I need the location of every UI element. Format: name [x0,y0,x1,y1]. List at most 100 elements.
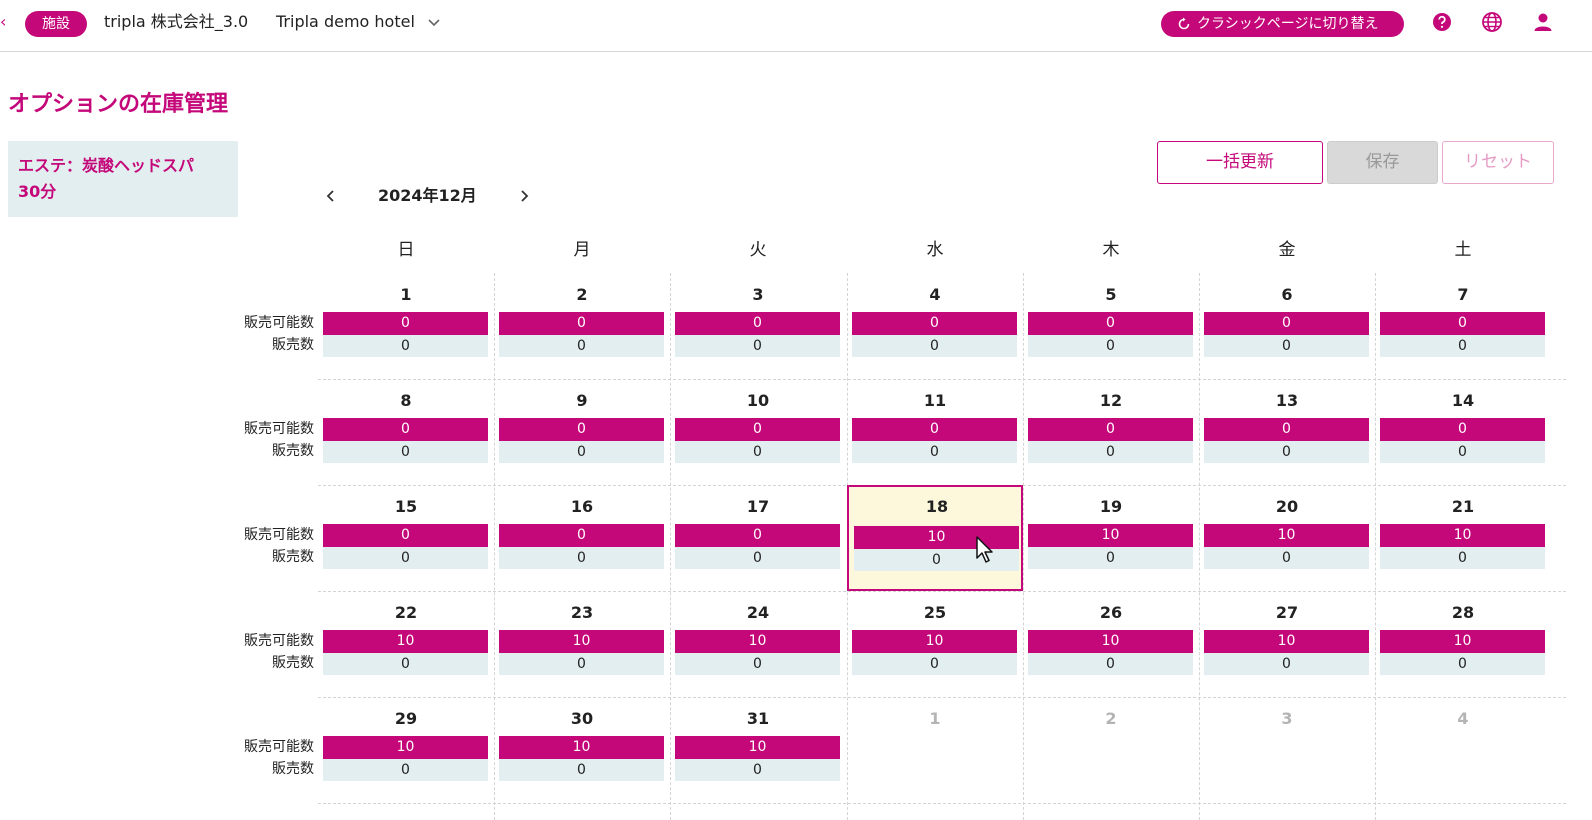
calendar-day-cell[interactable]: 2 00 [494,273,670,379]
available-count-input[interactable]: 0 [323,524,488,547]
available-count-input[interactable]: 0 [323,312,488,335]
calendar-day-cell[interactable]: 19 10 0 [1023,485,1199,591]
available-count-input[interactable]: 0 [675,418,840,441]
available-count-input[interactable]: 10 [675,630,840,653]
available-count-input[interactable]: 0 [1204,312,1369,335]
help-icon[interactable] [1431,11,1453,33]
calendar-day-cell[interactable]: 6 00 [1199,273,1375,379]
back-chevron-icon[interactable]: ‹ [0,12,6,31]
sold-count-value: 0 [852,335,1017,357]
sold-count-value: 0 [1380,441,1545,463]
sold-count-value: 0 [323,335,488,357]
save-button[interactable]: 保存 [1327,141,1438,184]
day-number: 25 [923,603,947,622]
bulk-update-button[interactable]: 一括更新 [1157,141,1323,184]
option-name-line2: 30分 [18,182,57,201]
available-count-label: 販売可能数 [244,315,314,331]
calendar-day-cell[interactable]: 3 00 [670,273,846,379]
available-count-input[interactable]: 10 [1380,524,1545,547]
calendar-day-cell[interactable]: 29 10 0 [318,697,494,803]
switch-classic-page-button[interactable]: クラシックページに切り替え [1161,11,1404,37]
available-count-input[interactable]: 10 [323,630,488,653]
sold-count-label: 販売数 [272,655,314,671]
day-number: 20 [1275,497,1299,516]
available-count-input[interactable]: 10 [852,630,1017,653]
available-count-input[interactable]: 0 [1204,418,1369,441]
calendar-day-cell[interactable]: 7 00 [1375,273,1551,379]
day-number: 15 [394,497,418,516]
available-count-input[interactable]: 0 [499,312,664,335]
available-count-input[interactable]: 0 [1028,418,1193,441]
calendar-day-cell[interactable]: 4 00 [847,273,1023,379]
sold-count-value: 0 [675,759,840,781]
globe-icon[interactable] [1481,11,1503,33]
calendar-day-cell[interactable]: 5 00 [1023,273,1199,379]
user-icon[interactable] [1532,11,1554,33]
available-count-input[interactable]: 10 [1380,630,1545,653]
calendar-day-cell[interactable]: 12 0 0 [1023,379,1199,485]
available-count-input[interactable]: 10 [499,630,664,653]
available-count-input[interactable]: 0 [499,418,664,441]
day-number: 8 [400,391,412,410]
calendar-day-cell[interactable]: 16 0 0 [494,485,670,591]
available-count-input[interactable]: 0 [675,312,840,335]
facility-badge[interactable]: 施設 [25,11,87,37]
calendar-day-cell[interactable]: 30 10 0 [494,697,670,803]
chevron-down-icon[interactable] [426,15,442,31]
available-count-input[interactable]: 0 [852,312,1017,335]
calendar-day-cell[interactable]: 1 00 [318,273,494,379]
day-number: 22 [394,603,418,622]
calendar-day-cell[interactable]: 15 0 0 [318,485,494,591]
calendar-day-cell[interactable]: 17 0 0 [670,485,846,591]
available-count-label: 販売可能数 [244,527,314,543]
available-count-input[interactable]: 0 [499,524,664,547]
sold-count-value: 0 [852,441,1017,463]
calendar-day-cell[interactable]: 13 0 0 [1199,379,1375,485]
calendar-day-cell[interactable]: 31 10 0 [670,697,846,803]
calendar-day-cell-selected[interactable]: 18 10 0 [847,485,1023,591]
available-count-input[interactable]: 10 [1028,630,1193,653]
calendar-day-cell[interactable]: 26 10 0 [1023,591,1199,697]
day-number: 17 [746,497,770,516]
available-count-input[interactable]: 0 [675,524,840,547]
day-number: 19 [1099,497,1123,516]
sold-count-label: 販売数 [272,761,314,777]
calendar-day-cell[interactable]: 28 10 0 [1375,591,1551,697]
day-number: 2 [576,285,588,304]
available-count-input[interactable]: 10 [323,736,488,759]
calendar-day-cell[interactable]: 24 10 0 [670,591,846,697]
calendar-day-cell[interactable]: 20 10 0 [1199,485,1375,591]
calendar-day-cell[interactable]: 14 0 0 [1375,379,1551,485]
available-count-input[interactable]: 0 [1380,312,1545,335]
calendar-day-cell[interactable]: 21 10 0 [1375,485,1551,591]
calendar-day-cell[interactable]: 23 10 0 [494,591,670,697]
sold-count-value: 0 [499,441,664,463]
calendar-day-cell[interactable]: 25 10 0 [847,591,1023,697]
hotel-selector[interactable]: Tripla demo hotel [276,11,415,33]
available-count-input[interactable]: 0 [1380,418,1545,441]
available-count-input[interactable]: 10 [1204,524,1369,547]
available-count-input[interactable]: 0 [1028,312,1193,335]
sold-count-value: 0 [675,547,840,569]
sold-count-value: 0 [675,653,840,675]
calendar-day-cell[interactable]: 9 00 [494,379,670,485]
available-count-input[interactable]: 10 [675,736,840,759]
calendar-day-cell[interactable]: 11 0 0 [847,379,1023,485]
sold-count-value: 0 [499,759,664,781]
calendar-day-cell[interactable]: 22 10 0 [318,591,494,697]
calendar-day-cell[interactable]: 10 0 0 [670,379,846,485]
next-month-icon[interactable] [515,186,533,206]
calendar-day-cell[interactable]: 27 10 0 [1199,591,1375,697]
calendar-day-cell: 3 [1199,697,1375,803]
prev-month-icon[interactable] [322,186,340,206]
available-count-input[interactable]: 10 [499,736,664,759]
day-number: 29 [394,709,418,728]
reset-button[interactable]: リセット [1442,141,1554,184]
available-count-input[interactable]: 10 [1028,524,1193,547]
available-count-input[interactable]: 0 [323,418,488,441]
calendar-day-cell[interactable]: 8 00 [318,379,494,485]
available-count-input[interactable]: 10 [1204,630,1369,653]
month-label: 2024年12月 [378,186,477,205]
sold-count-label: 販売数 [272,443,314,459]
available-count-input[interactable]: 0 [852,418,1017,441]
